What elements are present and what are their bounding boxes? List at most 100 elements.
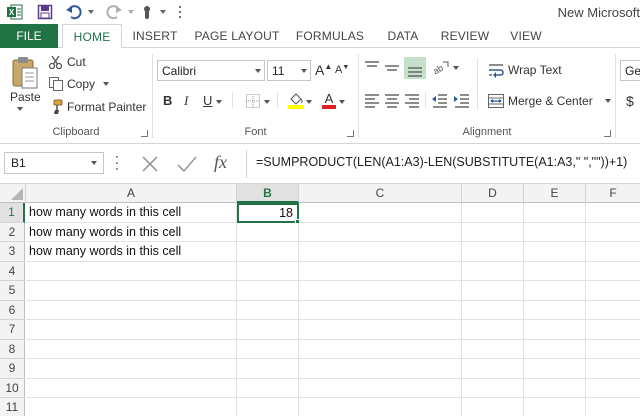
row-header-10[interactable]: 10	[0, 378, 25, 398]
cell-f6[interactable]	[586, 301, 640, 320]
column-header-d[interactable]: D	[462, 184, 524, 203]
cell-d6[interactable]	[462, 300, 524, 320]
cell-e2[interactable]	[524, 222, 586, 242]
cell-a11[interactable]	[26, 398, 237, 416]
save-icon[interactable]	[36, 3, 54, 21]
cell-a2[interactable]: how many words in this cell	[26, 222, 237, 242]
cell-b5[interactable]	[237, 281, 299, 301]
align-left-icon[interactable]	[363, 93, 381, 109]
select-all-corner[interactable]	[0, 184, 26, 203]
cell-c10[interactable]	[299, 378, 462, 398]
tab-page-layout[interactable]: PAGE LAYOUT	[192, 24, 282, 48]
font-name-dropdown-icon[interactable]	[255, 68, 261, 73]
cut-button[interactable]: Cut	[48, 54, 86, 70]
cell-d3[interactable]	[462, 242, 524, 262]
increase-indent-icon[interactable]	[453, 93, 471, 109]
wrap-text-button[interactable]: Wrap Text	[487, 62, 562, 78]
increase-font-icon[interactable]: A ▲	[315, 62, 332, 79]
cell-c2[interactable]	[299, 222, 462, 242]
cell-e1[interactable]	[524, 203, 586, 223]
cell-f3[interactable]	[586, 242, 640, 262]
row-header-9[interactable]: 9	[0, 359, 25, 379]
bold-button[interactable]: B	[163, 93, 172, 108]
tab-formulas[interactable]: FORMULAS	[292, 24, 368, 48]
enter-icon[interactable]	[176, 154, 198, 177]
cell-a8[interactable]	[26, 339, 237, 359]
clipboard-launcher-icon[interactable]	[141, 130, 148, 137]
merge-center-button[interactable]: Merge & Center	[487, 93, 611, 109]
cell-c8[interactable]	[299, 339, 462, 359]
cell-a4[interactable]	[26, 261, 237, 281]
column-header-e[interactable]: E	[524, 184, 586, 203]
undo-icon[interactable]	[64, 3, 84, 21]
cell-b4[interactable]	[237, 261, 299, 281]
fill-color-dropdown-icon[interactable]	[306, 100, 312, 104]
row-header-1[interactable]: 1	[0, 203, 25, 223]
cell-c9[interactable]	[299, 359, 462, 379]
cell-a3[interactable]: how many words in this cell	[26, 242, 237, 262]
touch-dropdown-icon[interactable]	[159, 3, 167, 21]
cell-e6[interactable]	[524, 300, 586, 320]
cell-d1[interactable]	[462, 203, 524, 223]
formula-input[interactable]: =SUMPRODUCT(LEN(A1:A3)-LEN(SUBSTITUTE(A1…	[256, 155, 627, 169]
excel-icon[interactable]: X	[6, 3, 24, 21]
cell-d5[interactable]	[462, 281, 524, 301]
cell-f8[interactable]	[586, 340, 640, 359]
formula-bar-grip-icon[interactable]	[116, 156, 119, 170]
fill-color-icon[interactable]	[287, 91, 305, 109]
decrease-font-icon[interactable]: A ▼	[335, 64, 349, 77]
cell-b8[interactable]	[237, 339, 299, 359]
cell-a10[interactable]	[26, 378, 237, 398]
cell-b1[interactable]: 18	[237, 203, 299, 223]
borders-dropdown-icon[interactable]	[264, 100, 270, 104]
borders-icon[interactable]	[245, 93, 261, 109]
decrease-indent-icon[interactable]	[431, 93, 449, 109]
orientation-icon[interactable]: ab	[431, 59, 451, 75]
cell-c7[interactable]	[299, 320, 462, 340]
name-box[interactable]: B1	[4, 152, 104, 174]
font-color-dropdown-icon[interactable]	[339, 100, 345, 104]
paste-dropdown-icon[interactable]	[17, 107, 23, 111]
cell-c3[interactable]	[299, 242, 462, 262]
cell-d4[interactable]	[462, 261, 524, 281]
orientation-dropdown-icon[interactable]	[453, 66, 459, 70]
merge-center-dropdown-icon[interactable]	[604, 99, 611, 103]
cell-b3[interactable]	[237, 242, 299, 262]
cell-b6[interactable]	[237, 300, 299, 320]
cell-f1[interactable]	[586, 203, 640, 223]
cell-b9[interactable]	[237, 359, 299, 379]
column-header-f[interactable]: F	[586, 184, 640, 203]
name-box-dropdown-icon[interactable]	[91, 161, 97, 165]
cell-b2[interactable]	[237, 222, 299, 242]
tab-view[interactable]: VIEW	[504, 24, 548, 48]
cell-f2[interactable]	[586, 223, 640, 242]
copy-button[interactable]: Copy	[48, 76, 110, 92]
column-header-b[interactable]: B	[237, 184, 299, 203]
cell-d10[interactable]	[462, 378, 524, 398]
cancel-icon[interactable]	[140, 154, 160, 177]
cell-e10[interactable]	[524, 378, 586, 398]
row-header-7[interactable]: 7	[0, 320, 25, 340]
cell-e9[interactable]	[524, 359, 586, 379]
cell-e5[interactable]	[524, 281, 586, 301]
row-header-8[interactable]: 8	[0, 339, 25, 359]
row-header-11[interactable]: 11	[0, 398, 25, 416]
alignment-launcher-icon[interactable]	[604, 130, 611, 137]
worksheet-grid[interactable]: A B C D E F 1 2 3 4 5 6 7 8 9 10 11 how …	[0, 184, 640, 416]
cell-a1[interactable]: how many words in this cell	[26, 203, 237, 223]
cell-e8[interactable]	[524, 339, 586, 359]
cell-f5[interactable]	[586, 281, 640, 301]
tab-file[interactable]: FILE	[0, 24, 58, 48]
cell-d2[interactable]	[462, 222, 524, 242]
cell-e4[interactable]	[524, 261, 586, 281]
tab-insert[interactable]: INSERT	[128, 24, 182, 48]
currency-button[interactable]: $	[626, 93, 634, 109]
tab-data[interactable]: DATA	[380, 24, 426, 48]
cell-f10[interactable]	[586, 379, 640, 398]
cell-c5[interactable]	[299, 281, 462, 301]
cell-f9[interactable]	[586, 359, 640, 379]
font-size-dropdown-icon[interactable]	[301, 68, 307, 73]
undo-dropdown-icon[interactable]	[87, 3, 95, 21]
align-bottom-icon[interactable]	[404, 57, 426, 79]
cell-a9[interactable]	[26, 359, 237, 379]
